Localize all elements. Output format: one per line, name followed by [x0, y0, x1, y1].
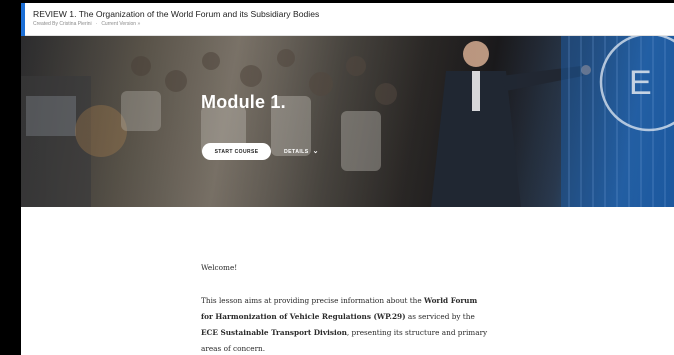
chevron-down-icon: ⌄ [312, 148, 319, 155]
header-accent-bar [21, 3, 25, 36]
details-toggle[interactable]: DETAILS ⌄ [284, 143, 319, 160]
desc-text-1: This lesson aims at providing precise in… [201, 296, 424, 305]
start-course-button[interactable]: START COURSE [202, 143, 271, 160]
details-label: DETAILS [284, 148, 309, 155]
course-title: REVIEW 1. The Organization of the World … [33, 9, 320, 19]
created-by-text: Created By Cristina Pierini [33, 21, 92, 27]
hero-shade-overlay [21, 36, 674, 207]
module-title: Module 1. [201, 92, 286, 112]
course-meta: Created By Cristina Pierini · Current Vers… [33, 21, 140, 27]
course-page: REVIEW 1. The Organization of the World … [21, 3, 674, 355]
desc-bold-2: ECE Sustainable Transport Division [201, 328, 347, 337]
welcome-text: Welcome! [201, 263, 238, 272]
current-version-link[interactable]: Current Version » [101, 21, 140, 27]
desc-text-2: as serviced by the [405, 312, 475, 321]
course-header: REVIEW 1. The Organization of the World … [21, 3, 674, 36]
meta-separator: · [95, 21, 98, 27]
hero-banner: E Module 1. START COURSE DETAILS ⌄ [21, 36, 674, 207]
lesson-description: This lesson aims at providing precise in… [201, 293, 491, 355]
window-frame: REVIEW 1. The Organization of the World … [0, 0, 674, 355]
lesson-content: Welcome! This lesson aims at providing p… [21, 207, 674, 355]
